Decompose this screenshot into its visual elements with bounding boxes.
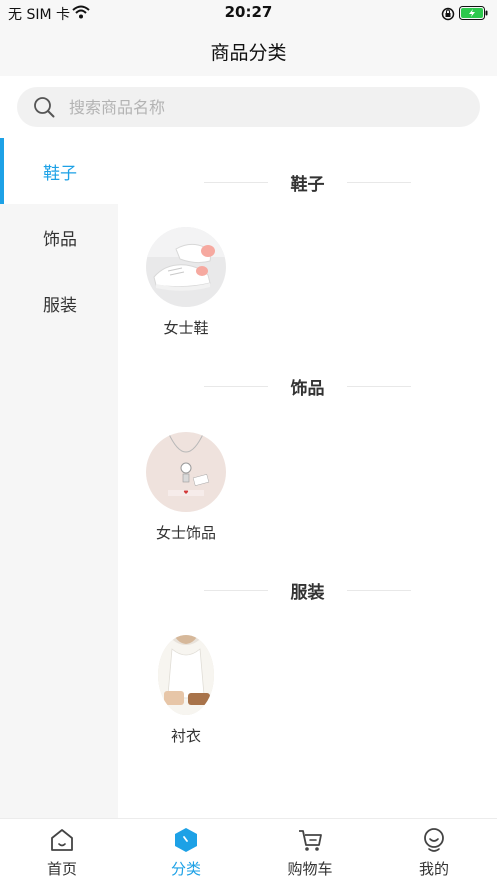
sidebar-item-clothing[interactable]: 服装 (0, 270, 118, 336)
nav-bar: 商品分类 (0, 26, 497, 76)
category-sidebar: 鞋子 饰品 服装 (0, 138, 118, 818)
tab-cart[interactable]: 购物车 (248, 819, 372, 883)
divider (347, 590, 411, 591)
section-header-accessories: 饰品 (204, 374, 411, 399)
sidebar-item-accessories[interactable]: 饰品 (0, 204, 118, 270)
orientation-lock-icon (441, 6, 455, 25)
category-content: 鞋子 女士鞋 饰品 女士饰品 服装 衬衣 (118, 138, 497, 818)
search-bar[interactable] (17, 87, 480, 127)
tab-category[interactable]: 分类 (124, 819, 248, 883)
product-image-shoes (146, 227, 226, 307)
product-name: 衬衣 (170, 727, 201, 745)
section-header-clothing: 服装 (204, 578, 411, 603)
profile-icon (421, 827, 447, 853)
sidebar-item-label: 鞋子 (43, 163, 77, 184)
cart-icon (297, 827, 323, 853)
sidebar-item-shoes[interactable]: 鞋子 (0, 138, 118, 204)
battery-icon (459, 5, 489, 24)
product-item-womens-shoes[interactable]: 女士鞋 (131, 227, 241, 338)
product-image-necklace (146, 432, 226, 512)
status-bar: 无 SIM 卡 20:27 (0, 0, 497, 26)
clock: 20:27 (224, 3, 273, 21)
search-icon (33, 96, 55, 122)
divider (347, 386, 411, 387)
product-image-shirt (158, 635, 214, 715)
tab-label: 购物车 (287, 860, 333, 878)
product-name: 女士鞋 (163, 319, 209, 337)
tab-profile[interactable]: 我的 (372, 819, 496, 883)
sidebar-item-label: 服装 (43, 295, 77, 316)
divider (347, 182, 411, 183)
search-input[interactable] (69, 95, 449, 119)
tab-bar: 首页 分类 购物车 我的 (0, 818, 497, 883)
product-name: 女士饰品 (155, 524, 216, 542)
tab-label: 首页 (46, 860, 77, 878)
tab-label: 分类 (170, 860, 201, 878)
product-item-womens-accessories[interactable]: 女士饰品 (131, 432, 241, 543)
tab-home[interactable]: 首页 (0, 819, 124, 883)
search-area (0, 76, 497, 138)
product-item-shirt[interactable]: 衬衣 (131, 635, 241, 746)
sidebar-item-label: 饰品 (43, 229, 77, 250)
home-icon (49, 827, 75, 853)
category-icon (173, 827, 199, 853)
section-header-shoes: 鞋子 (204, 170, 411, 195)
tab-label: 我的 (418, 860, 449, 878)
page-title: 商品分类 (210, 42, 287, 64)
